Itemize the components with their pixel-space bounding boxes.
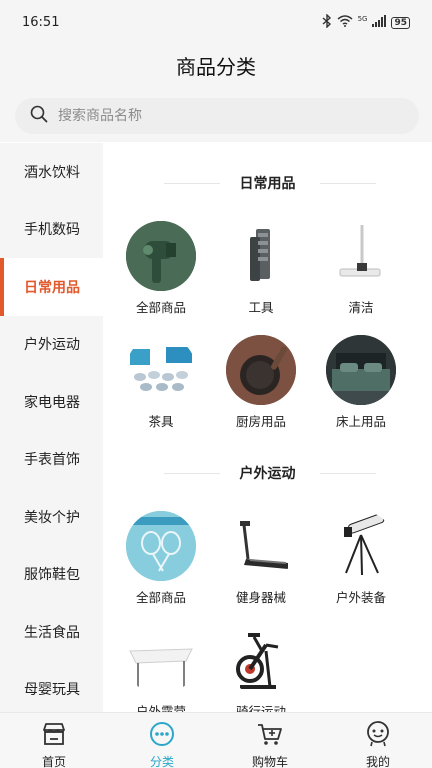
status-icons: 5G 95 — [322, 13, 410, 31]
status-bar: 16:51 5G 95 — [0, 0, 432, 46]
spin-bike-image — [226, 625, 296, 695]
bottom-tab-bar: 首页 分类 购物车 我的 — [0, 712, 432, 768]
subcategory-all-daily[interactable]: 全部商品 — [111, 221, 211, 316]
sidebar-item-food[interactable]: 生活食品 — [0, 603, 103, 661]
sidebar-item-outdoor[interactable]: 户外运动 — [0, 316, 103, 374]
signal-icon — [372, 15, 387, 30]
search-input[interactable] — [58, 108, 378, 124]
category-content: 日常用品 全部商品 工具 清洁 茶具 厨房用品 床上用品 户外运动 全部商品 健… — [103, 143, 432, 712]
subcategory-label: 厨房用品 — [235, 414, 286, 429]
subcategory-tools[interactable]: 工具 — [211, 221, 311, 316]
tab-profile[interactable]: 我的 — [324, 713, 432, 768]
section-title-daily: 日常用品 — [103, 173, 432, 193]
subcategory-label: 工具 — [248, 300, 274, 315]
sidebar-item-label: 户外运动 — [24, 337, 80, 354]
status-time: 16:51 — [22, 15, 60, 30]
telescope-image — [326, 511, 396, 581]
category-dots-icon — [148, 720, 176, 751]
hair-dryer-image — [126, 221, 196, 291]
subcategory-cycling[interactable]: 骑行运动 — [211, 625, 311, 712]
subcategory-label: 健身器械 — [235, 590, 286, 605]
mop-image — [326, 221, 396, 291]
sidebar-item-label: 服饰鞋包 — [24, 567, 80, 584]
tea-set-image — [126, 335, 196, 405]
search-bar[interactable] — [15, 98, 419, 134]
wifi-icon — [337, 15, 353, 30]
subcategory-label: 户外装备 — [335, 590, 386, 605]
subcategory-cleaning[interactable]: 清洁 — [311, 221, 411, 316]
network-type: 5G — [357, 14, 368, 23]
sidebar-item-baby[interactable]: 母婴玩具 — [0, 661, 103, 713]
bluetooth-icon — [322, 13, 332, 31]
tool-kit-image — [226, 221, 296, 291]
subcategory-label: 床上用品 — [335, 414, 386, 429]
tab-label: 首页 — [41, 755, 66, 768]
tab-label: 我的 — [365, 755, 390, 768]
tab-label: 购物车 — [251, 755, 288, 768]
page-title: 商品分类 — [176, 55, 256, 79]
sidebar-item-label: 手机数码 — [24, 222, 80, 239]
sidebar-item-beauty[interactable]: 美妆个护 — [0, 488, 103, 546]
subcategory-kitchen[interactable]: 厨房用品 — [211, 335, 311, 430]
sidebar-item-digital[interactable]: 手机数码 — [0, 201, 103, 259]
subcategory-label: 茶具 — [148, 414, 174, 429]
subcategory-tea-set[interactable]: 茶具 — [111, 335, 211, 430]
title-bar: 商品分类 — [0, 46, 432, 90]
sidebar-item-label: 美妆个护 — [24, 509, 80, 526]
category-sidebar: 酒水饮料 手机数码 日常用品 户外运动 家电电器 手表首饰 美妆个护 服饰鞋包 … — [0, 143, 103, 712]
tab-label: 分类 — [149, 755, 174, 768]
tab-home[interactable]: 首页 — [0, 713, 108, 768]
subcategory-fitness[interactable]: 健身器械 — [211, 511, 311, 606]
sidebar-item-label: 日常用品 — [24, 279, 80, 296]
wok-image — [226, 335, 296, 405]
search-area — [0, 90, 432, 142]
sidebar-item-label: 家电电器 — [24, 394, 80, 411]
sidebar-item-drinks[interactable]: 酒水饮料 — [0, 143, 103, 201]
subcategory-all-outdoor[interactable]: 全部商品 — [111, 511, 211, 606]
sidebar-item-appliances[interactable]: 家电电器 — [0, 373, 103, 431]
sidebar-item-daily[interactable]: 日常用品 — [0, 258, 103, 316]
subcategory-label: 全部商品 — [135, 300, 186, 315]
subcategory-label: 清洁 — [348, 300, 374, 315]
subcategory-label: 全部商品 — [135, 590, 186, 605]
search-icon — [30, 105, 48, 127]
subcategory-outdoor-gear[interactable]: 户外装备 — [311, 511, 411, 606]
subcategory-bedding[interactable]: 床上用品 — [311, 335, 411, 430]
section-title-outdoor: 户外运动 — [103, 463, 432, 483]
badminton-image — [126, 511, 196, 581]
canopy-image — [126, 625, 196, 695]
profile-icon — [364, 720, 392, 751]
battery-indicator: 95 — [391, 16, 410, 29]
subcategory-label: 骑行运动 — [235, 704, 286, 712]
cart-icon — [256, 720, 284, 751]
bed-image — [326, 335, 396, 405]
sidebar-item-label: 手表首饰 — [24, 452, 80, 469]
store-icon — [40, 720, 68, 751]
sidebar-item-apparel[interactable]: 服饰鞋包 — [0, 546, 103, 604]
treadmill-image — [226, 511, 296, 581]
subcategory-camping[interactable]: 户外露营 — [111, 625, 211, 712]
sidebar-item-label: 生活食品 — [24, 624, 80, 641]
tab-category[interactable]: 分类 — [108, 713, 216, 768]
sidebar-item-label: 母婴玩具 — [24, 682, 80, 699]
tab-cart[interactable]: 购物车 — [216, 713, 324, 768]
sidebar-item-label: 酒水饮料 — [24, 164, 80, 181]
subcategory-label: 户外露营 — [135, 704, 186, 712]
sidebar-item-watches[interactable]: 手表首饰 — [0, 431, 103, 489]
